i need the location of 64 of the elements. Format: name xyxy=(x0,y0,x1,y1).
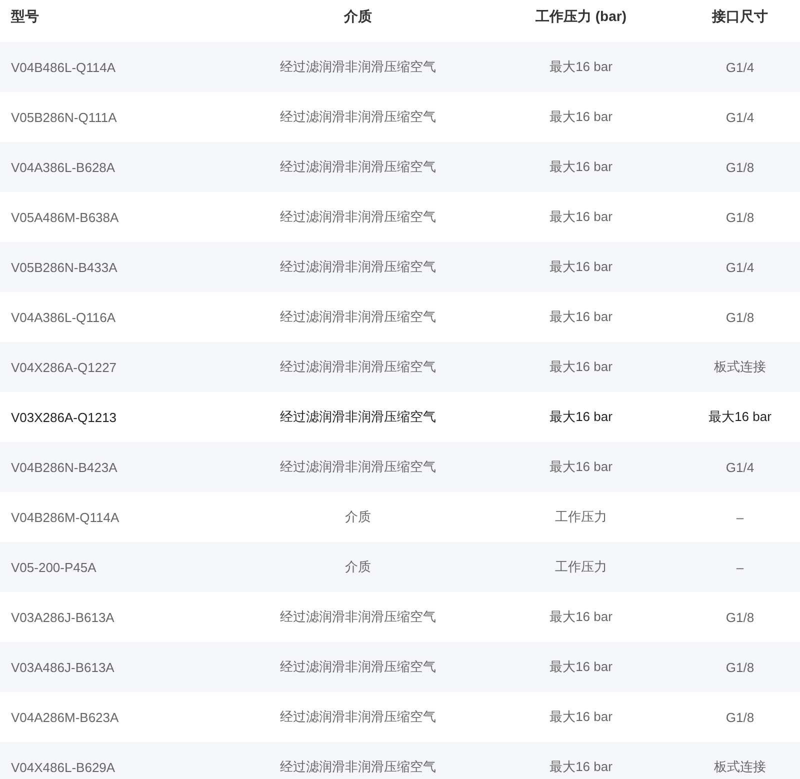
table-cell: V04X286A-Q1227 xyxy=(11,360,117,374)
table-cell: V04B286M-Q114A xyxy=(11,510,120,524)
table-cell: 经过滤润滑非润滑压缩空气 xyxy=(280,758,436,776)
table-cell: G1/8 xyxy=(726,310,754,324)
table-cell: 最大16 bar xyxy=(550,758,612,776)
table-cell: 板式连接 xyxy=(714,358,766,376)
table-cell: 最大16 bar xyxy=(550,158,612,176)
table-cell: V04A286M-B623A xyxy=(11,710,119,724)
table-cell: 工作压力 xyxy=(555,508,607,526)
table-cell: G1/8 xyxy=(726,660,754,674)
table-cell: V05B286N-Q111A xyxy=(11,110,117,124)
table-cell: 最大16 bar xyxy=(550,458,612,476)
table-cell: G1/8 xyxy=(726,160,754,174)
table-cell: 经过滤润滑非润滑压缩空气 xyxy=(280,608,436,626)
table-cell: 最大16 bar xyxy=(550,408,612,426)
table-cell: 最大16 bar xyxy=(550,608,612,626)
table-cell: 经过滤润滑非润滑压缩空气 xyxy=(280,158,436,176)
table-cell: G1/4 xyxy=(726,110,754,124)
table-cell: V03X286A-Q1213 xyxy=(11,410,117,424)
table-cell: 经过滤润滑非润滑压缩空气 xyxy=(280,108,436,126)
table-cell: V04X486L-B629A xyxy=(11,760,116,774)
table-cell: 最大16 bar xyxy=(550,58,612,76)
table-cell: 经过滤润滑非润滑压缩空气 xyxy=(280,408,436,426)
table-cell: 板式连接 xyxy=(714,758,766,776)
table-cell: V04B486L-Q114A xyxy=(11,60,116,74)
table-cell: G1/4 xyxy=(726,460,754,474)
table-cell: 最大16 bar xyxy=(550,658,612,676)
table-cell: V04A386L-Q116A xyxy=(11,310,116,324)
table-cell: – xyxy=(736,510,744,524)
table-cell: 经过滤润滑非润滑压缩空气 xyxy=(280,358,436,376)
table-cell: 经过滤润滑非润滑压缩空气 xyxy=(280,458,436,476)
table-cell: 最大16 bar xyxy=(550,708,612,726)
table-cell: G1/8 xyxy=(726,610,754,624)
table-cell: 经过滤润滑非润滑压缩空气 xyxy=(280,308,436,326)
column-header: 接口尺寸 xyxy=(712,8,768,26)
column-header: 工作压力 (bar) xyxy=(536,8,626,26)
table-cell: 经过滤润滑非润滑压缩空气 xyxy=(280,258,436,276)
table-cell: 经过滤润滑非润滑压缩空气 xyxy=(280,208,436,226)
column-header: 介质 xyxy=(344,8,372,26)
table-cell: G1/4 xyxy=(726,60,754,74)
table-cell: 最大16 bar xyxy=(550,358,612,376)
table-cell: V05B286N-B433A xyxy=(11,260,118,274)
table-cell: G1/4 xyxy=(726,260,754,274)
table-cell: 最大16 bar xyxy=(550,208,612,226)
table-cell: 最大16 bar xyxy=(550,308,612,326)
table-cell: 经过滤润滑非润滑压缩空气 xyxy=(280,658,436,676)
table-cell: 经过滤润滑非润滑压缩空气 xyxy=(280,58,436,76)
table-cell: V03A486J-B613A xyxy=(11,660,114,674)
table-cell: 最大16 bar xyxy=(550,108,612,126)
table-cell: 工作压力 xyxy=(555,558,607,576)
table-cell: V04A386L-B628A xyxy=(11,160,116,174)
column-header: 型号 xyxy=(11,8,39,26)
table-cell: V05-200-P45A xyxy=(11,560,96,574)
table-cell: 介质 xyxy=(345,508,371,526)
table-cell: G1/8 xyxy=(726,710,754,724)
table-cell: V03A286J-B613A xyxy=(11,610,114,624)
table-cell: V05A486M-B638A xyxy=(11,210,119,224)
table-cell: 经过滤润滑非润滑压缩空气 xyxy=(280,708,436,726)
table-cell: 介质 xyxy=(345,558,371,576)
table-cell: 最大16 bar xyxy=(550,258,612,276)
table-cell: V04B286N-B423A xyxy=(11,460,118,474)
table-cell: 最大16 bar xyxy=(708,408,772,426)
table-cell: – xyxy=(736,560,744,574)
table-cell: G1/8 xyxy=(726,210,754,224)
